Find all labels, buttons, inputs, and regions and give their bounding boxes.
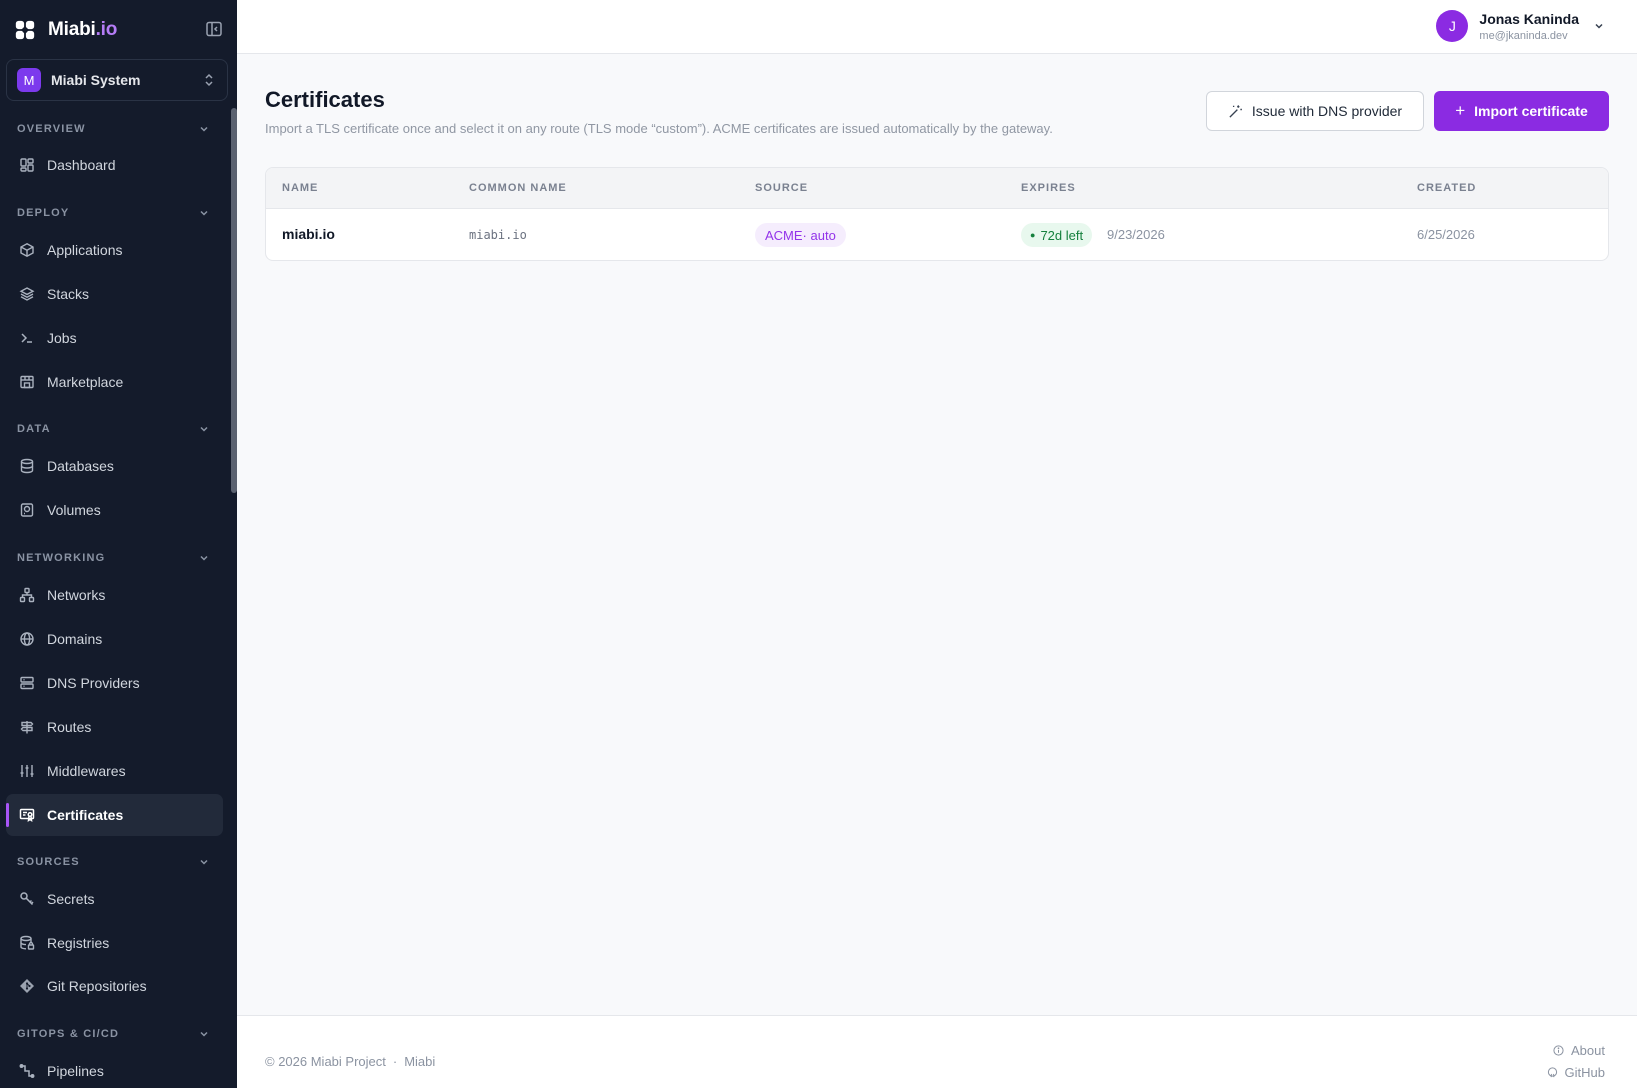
section-data[interactable]: DATA xyxy=(17,423,210,435)
globe-icon xyxy=(20,632,34,646)
chevron-down-icon xyxy=(1595,23,1603,29)
database-icon xyxy=(20,458,34,474)
wand-icon xyxy=(1229,104,1242,118)
column-header-common-name[interactable]: COMMON NAME xyxy=(469,182,567,194)
table-row[interactable]: miabi.io miabi.io ACME· auto ● 72d left 9… xyxy=(266,209,1608,260)
product-link[interactable]: Miabi xyxy=(404,1054,435,1069)
logo-icon xyxy=(15,20,35,40)
import-certificate-button[interactable]: + Import certificate xyxy=(1434,91,1609,131)
brand-name: Miabi.io xyxy=(48,19,118,40)
chevron-down-icon xyxy=(200,555,208,561)
section-deploy[interactable]: DEPLOY xyxy=(17,207,210,219)
chevron-down-icon xyxy=(200,1031,208,1037)
plus-icon: + xyxy=(1455,101,1466,120)
brand[interactable]: Miabi.io xyxy=(14,17,117,43)
copyright: © 2026 Miabi Project · Miabi xyxy=(265,1054,436,1069)
layers-icon xyxy=(19,287,35,301)
sidebar-item-middlewares[interactable]: Middlewares xyxy=(6,750,223,792)
column-header-name[interactable]: NAME xyxy=(282,182,318,194)
table-header: NAME COMMON NAME SOURCE EXPIRES CREATED xyxy=(266,168,1608,209)
sidebar-item-certificates[interactable]: Certificates xyxy=(6,794,223,836)
sidebar-item-routes[interactable]: Routes xyxy=(6,706,223,748)
certificates-table: NAME COMMON NAME SOURCE EXPIRES CREATED … xyxy=(265,167,1609,261)
chevrons-up-down-icon xyxy=(205,73,213,87)
common-name: miabi.io xyxy=(469,228,527,242)
chevron-down-icon xyxy=(200,210,208,216)
chevron-down-icon xyxy=(200,126,208,132)
column-header-created[interactable]: CREATED xyxy=(1417,182,1476,194)
sidebar-item-git-repositories[interactable]: Git Repositories xyxy=(6,965,223,1007)
sidebar-item-volumes[interactable]: Volumes xyxy=(6,489,223,531)
pipeline-icon xyxy=(19,1064,35,1078)
signpost-icon xyxy=(20,721,34,734)
certificate-name[interactable]: miabi.io xyxy=(282,226,335,242)
hard-drive-icon xyxy=(20,503,34,517)
cube-icon xyxy=(20,243,34,257)
terminal-icon xyxy=(21,333,32,343)
sidebar-item-registries[interactable]: Registries xyxy=(6,922,223,964)
dashboard-icon xyxy=(20,158,34,172)
database-lock-icon xyxy=(20,935,35,950)
topbar: J Jonas Kaninda me@jkaninda.dev xyxy=(237,0,1637,54)
sidebar-collapse-icon[interactable] xyxy=(205,20,223,38)
store-icon xyxy=(20,375,34,389)
sidebar-item-jobs[interactable]: Jobs xyxy=(6,317,223,359)
created-date: 6/25/2026 xyxy=(1417,227,1475,242)
sidebar-item-dns-providers[interactable]: DNS Providers xyxy=(6,662,223,704)
page-subtitle: Import a TLS certificate once and select… xyxy=(265,121,1053,136)
user-menu[interactable]: J Jonas Kaninda me@jkaninda.dev xyxy=(1436,9,1605,43)
section-networking[interactable]: NETWORKING xyxy=(17,552,210,564)
org-name: Miabi System xyxy=(51,72,141,88)
sidebar-item-pipelines[interactable]: Pipelines xyxy=(6,1050,223,1088)
sidebar-item-applications[interactable]: Applications xyxy=(6,229,223,271)
key-icon xyxy=(20,892,34,906)
sidebar-item-secrets[interactable]: Secrets xyxy=(6,878,223,920)
section-sources[interactable]: SOURCES xyxy=(17,856,210,868)
sliders-icon xyxy=(20,765,34,777)
sidebar-item-stacks[interactable]: Stacks xyxy=(6,273,223,315)
sidebar-item-marketplace[interactable]: Marketplace xyxy=(6,361,223,403)
org-switcher[interactable]: M Miabi System xyxy=(6,59,228,101)
sidebar: Miabi.io M Miabi System OVERVIEW DEPLOY … xyxy=(0,0,237,1088)
footer: © 2026 Miabi Project · Miabi About GitHub xyxy=(237,1015,1637,1088)
section-overview[interactable]: OVERVIEW xyxy=(17,123,210,135)
server-icon xyxy=(20,676,34,690)
certificate-icon xyxy=(19,808,35,823)
avatar: J xyxy=(1436,10,1469,42)
expires-date: 9/23/2026 xyxy=(1107,227,1165,242)
sidebar-item-databases[interactable]: Databases xyxy=(6,445,223,487)
chevron-down-icon xyxy=(200,426,208,432)
sidebar-item-domains[interactable]: Domains xyxy=(6,618,223,660)
user-name: Jonas Kaninda xyxy=(1479,10,1579,27)
column-header-expires[interactable]: EXPIRES xyxy=(1021,182,1076,194)
git-icon xyxy=(20,979,34,993)
org-avatar: M xyxy=(17,68,41,92)
source-badge: ACME· auto xyxy=(755,223,846,247)
expiry-badge: ● 72d left xyxy=(1021,223,1093,247)
info-icon xyxy=(1553,1045,1564,1056)
about-link[interactable]: About xyxy=(1553,1043,1605,1058)
user-email: me@jkaninda.dev xyxy=(1479,29,1568,42)
section-gitops[interactable]: GITOPS & CI/CD xyxy=(17,1028,210,1040)
network-icon xyxy=(19,587,35,603)
page-title: Certificates xyxy=(265,87,385,112)
sidebar-item-dashboard[interactable]: Dashboard xyxy=(6,144,223,186)
github-icon xyxy=(1547,1067,1557,1078)
sidebar-item-networks[interactable]: Networks xyxy=(6,574,223,616)
status-dot-icon: ● xyxy=(1030,230,1036,240)
column-header-source[interactable]: SOURCE xyxy=(755,182,808,194)
issue-with-dns-provider-button[interactable]: Issue with DNS provider xyxy=(1206,91,1424,131)
sidebar-scrollbar[interactable] xyxy=(231,108,237,493)
github-link[interactable]: GitHub xyxy=(1547,1065,1605,1080)
chevron-down-icon xyxy=(200,859,208,865)
